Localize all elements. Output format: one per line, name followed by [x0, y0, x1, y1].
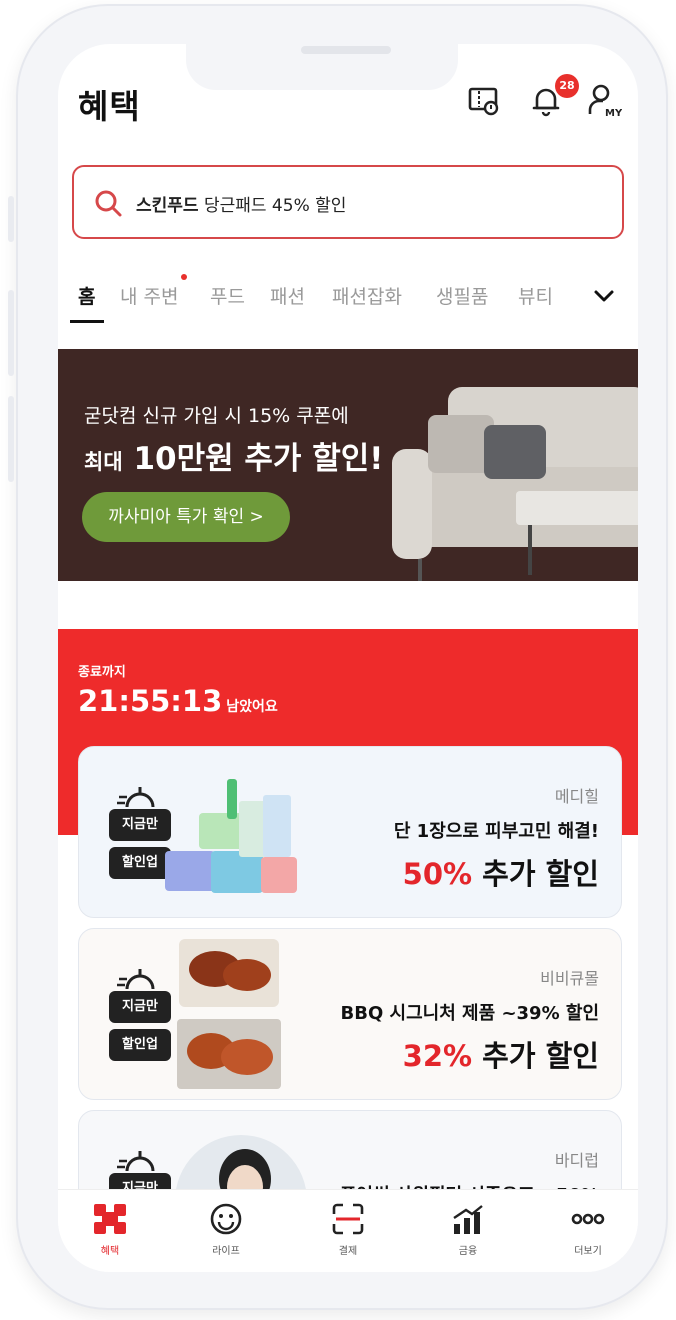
chevron-down-icon[interactable]: [590, 282, 618, 310]
phone-notch: [186, 44, 458, 90]
stopwatch-icon: [117, 969, 155, 990]
nav-label: 금융: [458, 1246, 478, 1257]
nav-label: 결제: [338, 1246, 358, 1257]
search-brand: 스킨푸드: [136, 196, 199, 216]
stopwatch-icon: [117, 787, 155, 808]
tab-fashion[interactable]: 패션: [270, 282, 305, 309]
deal-countdown: 21:55:13 남았어요: [78, 684, 278, 718]
new-dot-indicator: [181, 274, 187, 280]
banner-title: 최대 10만원 추가 할인!: [84, 441, 384, 477]
banner-cta-button[interactable]: 까사미아 특가 확인 >: [82, 492, 290, 542]
tab-home[interactable]: 홈: [78, 282, 95, 309]
now-only-chip: 지금만: [109, 809, 171, 841]
search-suggestion: 스킨푸드 당근패드 45% 할인: [136, 191, 346, 216]
tab-nearby[interactable]: 내 주변: [120, 282, 178, 309]
deal-description: BBQ 시그니처 제품 ~39% 할인: [340, 1003, 599, 1024]
scan-pay-icon: [332, 1203, 364, 1235]
benefit-icon: [94, 1204, 126, 1234]
nav-label: 혜택: [100, 1246, 120, 1257]
nav-finance[interactable]: 금융: [428, 1202, 508, 1257]
deal-card[interactable]: 지금만 할인업 메디힐 단 1장으로 피부고민 해결! 50% 추가 할인: [78, 746, 622, 918]
more-icon: [571, 1213, 605, 1225]
countdown-time: 21:55:13: [78, 684, 223, 718]
bottom-navigation: 혜택 라이프 결제 금융 더보기: [58, 1189, 638, 1272]
notification-badge: 28: [555, 74, 579, 98]
nav-label: 라이프: [212, 1246, 240, 1257]
countdown-suffix: 남았어요: [226, 699, 278, 715]
active-tab-underline: [70, 320, 104, 323]
deal-card[interactable]: 지금만 할인업 비비큐몰 BBQ 시그니처 제품 ~39% 할인 32% 추가 …: [78, 928, 622, 1100]
page-title: 혜택: [78, 87, 141, 126]
search-bar[interactable]: 스킨푸드 당근패드 45% 할인: [72, 165, 624, 239]
deal-discount: 50% 추가 할인: [402, 857, 599, 891]
tab-fashion-goods[interactable]: 패션잡화: [332, 282, 402, 309]
deal-description: 단 1장으로 피부고민 해결!: [393, 821, 599, 842]
deal-countdown-label: 종료까지: [78, 665, 126, 680]
life-icon: [210, 1203, 242, 1235]
svg-text:MY: MY: [605, 108, 622, 118]
nav-pay[interactable]: 결제: [308, 1202, 388, 1257]
sofa-image: [392, 387, 638, 581]
deal-brand: 바디럽: [554, 1151, 599, 1170]
discount-up-chip: 할인업: [109, 847, 171, 879]
nav-label: 더보기: [574, 1246, 602, 1257]
stopwatch-icon: [117, 1151, 155, 1172]
my-profile-icon[interactable]: MY: [586, 82, 622, 118]
search-text: 당근패드 45% 할인: [203, 196, 347, 216]
nav-life[interactable]: 라이프: [186, 1202, 266, 1257]
app-screen: 혜택 28 MY 스킨푸드 당근패드 45% 할인 홈 내 주변 푸드 패션 패…: [58, 44, 638, 1272]
banner-headline: 굳닷컴 신규 가입 시 15% 쿠폰에: [84, 405, 349, 427]
tab-daily-goods[interactable]: 생필품: [436, 282, 488, 309]
search-icon: [95, 190, 122, 217]
nav-more[interactable]: 더보기: [548, 1202, 628, 1257]
deal-brand: 메디힐: [554, 787, 599, 806]
deal-brand: 비비큐몰: [540, 969, 599, 988]
now-only-chip: 지금만: [109, 991, 171, 1023]
tab-food[interactable]: 푸드: [210, 282, 245, 309]
coupon-icon[interactable]: [466, 82, 502, 118]
bbq-chicken-product-image: [177, 939, 281, 1089]
category-tabs: 홈 내 주변 푸드 패션 패션잡화 생필품 뷰티: [58, 270, 638, 330]
phone-volume-down: [8, 396, 14, 482]
discount-up-chip: 할인업: [109, 1029, 171, 1061]
phone-silent-switch: [8, 196, 14, 242]
mask-pack-product-image: [165, 779, 297, 893]
promo-banner[interactable]: 굳닷컴 신규 가입 시 15% 쿠폰에 최대 10만원 추가 할인! 까사미아 …: [58, 349, 638, 581]
phone-volume-up: [8, 290, 14, 376]
deal-discount: 32% 추가 할인: [402, 1039, 599, 1073]
nav-benefit[interactable]: 혜택: [70, 1202, 150, 1257]
tab-beauty[interactable]: 뷰티: [518, 282, 553, 309]
finance-icon: [453, 1205, 483, 1234]
